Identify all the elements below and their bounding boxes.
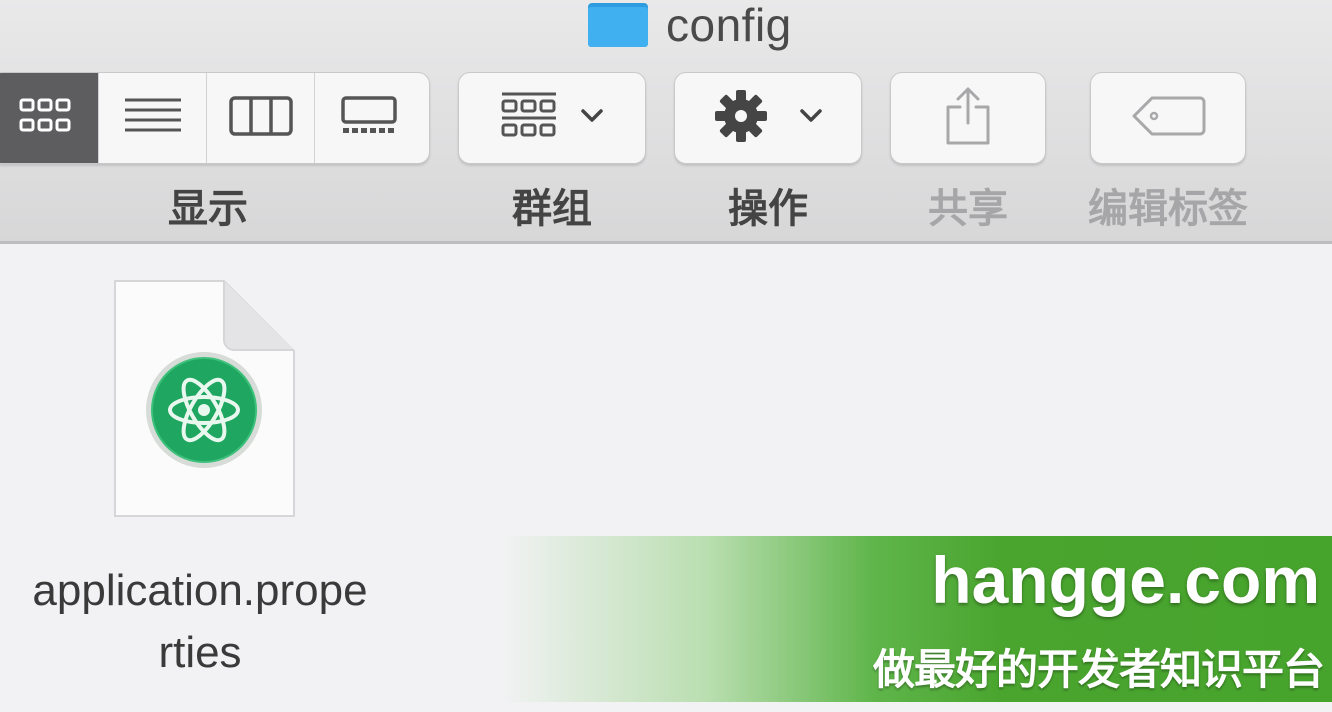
folder-icon bbox=[586, 3, 650, 47]
edit-tags-label: 编辑标签 bbox=[1088, 187, 1248, 231]
list-view-icon bbox=[123, 96, 183, 141]
tag-icon bbox=[1130, 95, 1206, 142]
edit-tags-button[interactable] bbox=[1090, 72, 1246, 164]
watermark-banner: hangge.com 做最好的开发者知识平台 bbox=[500, 536, 1332, 702]
gear-icon bbox=[713, 88, 769, 149]
group-by-button[interactable] bbox=[458, 72, 646, 164]
list-view-button[interactable] bbox=[99, 73, 207, 163]
share-icon bbox=[944, 85, 992, 152]
icon-view-button[interactable] bbox=[0, 73, 99, 163]
file-item[interactable]: application.prope rties bbox=[0, 270, 400, 690]
file-name: application.prope rties bbox=[32, 566, 368, 677]
action-label: 操作 bbox=[728, 187, 808, 231]
share-button[interactable] bbox=[890, 72, 1046, 164]
window-title: config bbox=[586, 0, 792, 51]
column-view-icon bbox=[228, 95, 293, 141]
share-label: 共享 bbox=[928, 187, 1008, 231]
chevron-down-icon bbox=[799, 108, 823, 129]
watermark-slogan: 做最好的开发者知识平台 bbox=[872, 646, 1325, 693]
gallery-view-button[interactable] bbox=[315, 73, 423, 163]
column-view-button[interactable] bbox=[207, 73, 315, 163]
view-label: 显示 bbox=[168, 187, 248, 231]
action-button[interactable] bbox=[674, 72, 862, 164]
watermark-domain: hangge.com bbox=[931, 543, 1320, 617]
finder-toolbar: config 显示 群组 操作 共享 编辑标签 bbox=[0, 0, 1332, 244]
chevron-down-icon bbox=[580, 108, 604, 129]
window-title-text: config bbox=[666, 0, 792, 51]
atom-editor-icon bbox=[144, 350, 264, 475]
group-by-label: 群组 bbox=[512, 187, 592, 231]
view-mode-control bbox=[0, 72, 430, 164]
gallery-view-icon bbox=[339, 95, 399, 141]
group-grid-icon bbox=[500, 91, 558, 146]
icon-view-icon bbox=[17, 96, 73, 141]
